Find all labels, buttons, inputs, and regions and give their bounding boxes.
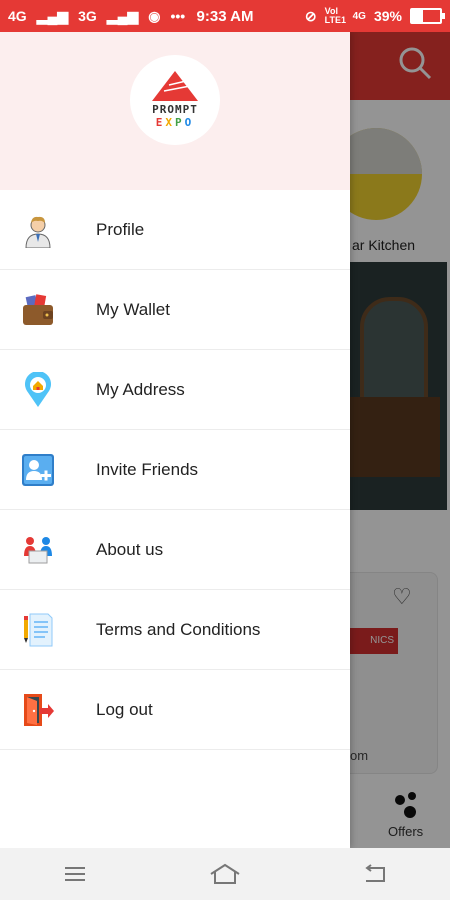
network-indicator: 3G [78, 8, 97, 24]
menu-item-invite-friends[interactable]: Invite Friends [0, 430, 350, 510]
back-icon[interactable] [355, 854, 395, 894]
logo-text-prompt: PROMPT [152, 103, 198, 116]
signal-icon: ▂▄▆ [36, 7, 69, 24]
mute-icon: ⊘ [304, 7, 317, 24]
add-user-icon [20, 452, 56, 488]
document-icon [20, 612, 56, 648]
battery-icon [410, 8, 445, 24]
menu-item-about-us[interactable]: About us [0, 510, 350, 590]
home-icon[interactable] [205, 854, 245, 894]
battery-percent: 39% [373, 8, 402, 24]
menu-item-terms-and-conditions[interactable]: Terms and Conditions [0, 590, 350, 670]
network-indicator: 4G [8, 8, 27, 24]
more-notifications-icon: ••• [170, 8, 186, 24]
logo-mountain-icon [152, 71, 198, 101]
wifi-icon: ◉ [148, 7, 161, 24]
menu-item-label: My Wallet [96, 299, 170, 319]
location-pin-icon [20, 371, 56, 408]
clock: 9:33 AM [196, 7, 254, 25]
menu-item-profile[interactable]: Profile [0, 190, 350, 270]
menu-item-label: My Address [96, 379, 185, 399]
menu-item-label: Log out [96, 699, 153, 719]
drawer-header: PROMPT EXPO [0, 32, 350, 190]
logout-icon [20, 692, 56, 728]
system-nav-bar [0, 848, 450, 900]
menu-item-label: Terms and Conditions [96, 619, 261, 639]
wallet-icon [20, 292, 56, 328]
network-indicator: 4G [352, 10, 366, 22]
prompt-expo-logo: PROMPT EXPO [130, 55, 220, 145]
menu-item-label: Invite Friends [96, 459, 199, 479]
signal-icon: ▂▄▆ [106, 7, 139, 24]
navigation-drawer: PROMPT EXPO Profile My Wallet My Address… [0, 32, 350, 848]
menu-item-label: Profile [96, 219, 145, 239]
menu-item-my-wallet[interactable]: My Wallet [0, 270, 350, 350]
menu-icon[interactable] [55, 854, 95, 894]
volte-indicator: Vol LTE1 [324, 6, 346, 25]
menu-item-label: About us [96, 539, 164, 559]
logo-text-expo: EXPO [155, 116, 195, 129]
status-bar: 4G ▂▄▆ 3G ▂▄▆ ◉ ••• 9:33 AM ⊘ Vol LTE1 4… [0, 0, 450, 32]
menu-item-my-address[interactable]: My Address [0, 350, 350, 430]
menu-item-log-out[interactable]: Log out [0, 670, 350, 750]
profile-icon [20, 212, 56, 248]
team-icon [20, 532, 56, 568]
